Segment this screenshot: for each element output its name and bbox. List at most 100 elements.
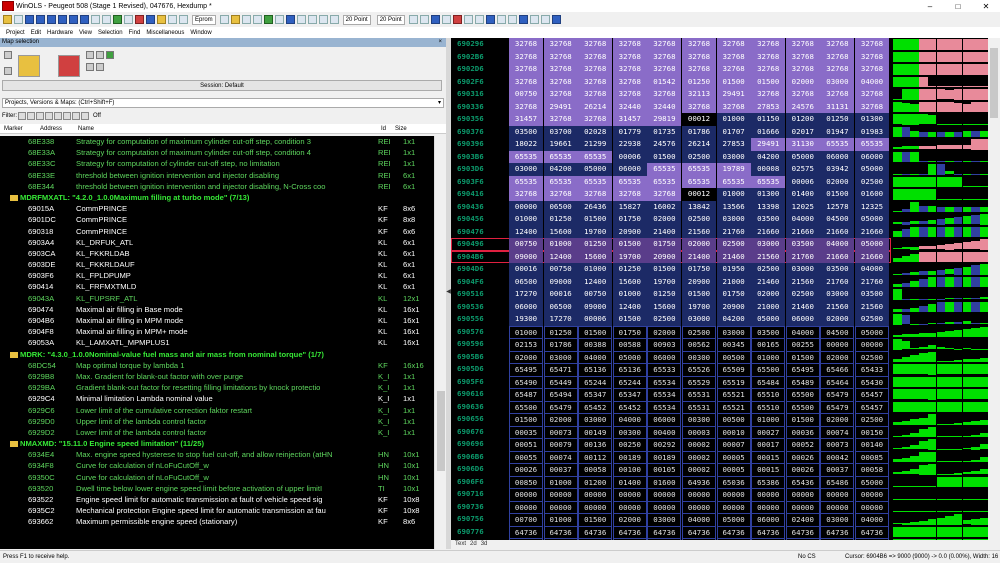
- map-list-item[interactable]: 68E338 Strategy for computation of maximu…: [0, 136, 434, 147]
- hex-cell[interactable]: 05000: [855, 163, 889, 176]
- hex-cell[interactable]: 03000: [785, 263, 820, 276]
- hex-cell[interactable]: 32768: [647, 88, 682, 101]
- hex-cell[interactable]: 01400: [785, 188, 820, 201]
- save-small-icon[interactable]: [4, 67, 12, 75]
- hex-row[interactable]: 6903B6 65535 65535 65535 00006 01500 02500 0300…: [451, 150, 891, 163]
- map-list-item[interactable]: 6929C6 Lower limit of the cumulative corr…: [0, 405, 434, 416]
- hex-row[interactable]: 690756 00700 01000 01500 02000 03000 04000 0500…: [451, 513, 891, 528]
- hex-cell[interactable]: 02017: [785, 125, 820, 138]
- hex-cell[interactable]: 01500: [716, 75, 751, 88]
- hex-row[interactable]: 690356 31457 32768 32768 31457 29819 00012 0100…: [451, 113, 891, 126]
- hex-cell[interactable]: 02500: [682, 150, 716, 163]
- hex-cell[interactable]: 03000: [509, 163, 543, 176]
- format-m-icon[interactable]: [540, 15, 550, 24]
- hex-cell[interactable]: 09000: [543, 275, 578, 288]
- hex-row[interactable]: 690736 00000 00000 00000 00000 00000 00000 0000…: [451, 500, 891, 515]
- tool-d-icon[interactable]: [274, 15, 284, 24]
- prev-icon[interactable]: [36, 15, 45, 24]
- format-f-icon[interactable]: [463, 15, 473, 24]
- hex-cell[interactable]: 02575: [785, 163, 820, 176]
- hex-cell[interactable]: 09000: [509, 250, 543, 263]
- map-list-item[interactable]: 693522 Engine speed limit for automatic t…: [0, 494, 434, 505]
- hex-cell[interactable]: 65535: [612, 175, 647, 188]
- hex-cell[interactable]: 32768: [578, 63, 613, 76]
- map-list-item[interactable]: 6934E4 Max. engine speed hysterese to sto…: [0, 449, 434, 460]
- hex-cell[interactable]: 21660: [820, 225, 855, 238]
- hex-cell[interactable]: 32768: [751, 38, 786, 51]
- hex-cell[interactable]: 06000: [509, 300, 543, 313]
- tool-f-icon[interactable]: [296, 15, 306, 24]
- hex-cell[interactable]: 19661: [543, 138, 578, 151]
- hexdump-graph-view[interactable]: [891, 38, 988, 540]
- hex-cell[interactable]: 06500: [509, 275, 543, 288]
- hex-cell[interactable]: 21560: [855, 300, 889, 313]
- map-list-item[interactable]: 6929D2 Lower limit of the lambda control …: [0, 427, 434, 438]
- save-icon[interactable]: [14, 15, 23, 24]
- hex-cell[interactable]: 32768: [855, 88, 889, 101]
- hex-cell[interactable]: 21760: [820, 275, 855, 288]
- hex-cell[interactable]: 12400: [543, 250, 578, 263]
- map-list-item[interactable]: 68E33A Strategy for computation of maximu…: [0, 147, 434, 158]
- tool-a-icon[interactable]: [241, 15, 251, 24]
- map-list-item[interactable]: 6935C2 Mechanical protection Engine speed…: [0, 505, 434, 516]
- hex-row[interactable]: 690516 17270 00016 00750 01000 01250 01500 0175…: [451, 288, 891, 301]
- last-page-icon[interactable]: [80, 15, 89, 24]
- hex-cell[interactable]: 12025: [785, 200, 820, 213]
- menu-view[interactable]: View: [79, 30, 92, 36]
- hex-cell[interactable]: 21760: [785, 250, 820, 263]
- hex-cell[interactable]: 15600: [647, 300, 682, 313]
- hex-cell[interactable]: 32768: [820, 88, 855, 101]
- hex-cell[interactable]: 65535: [543, 175, 578, 188]
- hex-cell[interactable]: 00000: [509, 200, 543, 213]
- hex-row[interactable]: 690696 00051 00079 00136 00250 00292 00002 0000…: [451, 438, 891, 453]
- hex-cell[interactable]: 32768: [509, 75, 543, 88]
- hex-cell[interactable]: 26214: [578, 100, 613, 113]
- hex-cell[interactable]: 32768: [820, 50, 855, 63]
- hex-row[interactable]: 690436 00000 06500 26436 15827 16002 13842 1356…: [451, 200, 891, 213]
- hex-cell[interactable]: 01542: [647, 75, 682, 88]
- hex-cell[interactable]: 12325: [855, 200, 889, 213]
- hex-cell[interactable]: 65535: [855, 138, 889, 151]
- hex-cell[interactable]: 04500: [820, 213, 855, 226]
- hex-cell[interactable]: 03500: [509, 125, 543, 138]
- hex-cell[interactable]: 05000: [855, 238, 889, 251]
- hex-cell[interactable]: 00750: [509, 88, 543, 101]
- map-list-item[interactable]: 69350C Curve for calculation of nLoFuCutO…: [0, 472, 434, 483]
- menu-edit[interactable]: Edit: [31, 30, 41, 36]
- hex-cell[interactable]: 32768: [682, 100, 716, 113]
- hex-cell[interactable]: 32768: [855, 50, 889, 63]
- tool-c-icon[interactable]: [263, 15, 273, 24]
- hex-cell[interactable]: 26214: [682, 138, 716, 151]
- hex-cell[interactable]: 65535: [647, 175, 682, 188]
- map-list-item[interactable]: 68E344 threshold between ignition interve…: [0, 181, 434, 192]
- hex-cell[interactable]: 32768: [751, 88, 786, 101]
- hex-cell[interactable]: 32768: [578, 50, 613, 63]
- tool-i-icon[interactable]: [329, 15, 339, 24]
- hex-cell[interactable]: 19300: [509, 313, 543, 326]
- hex-cell[interactable]: 20900: [612, 225, 647, 238]
- hex-cell[interactable]: 32768: [509, 63, 543, 76]
- hex-cell[interactable]: 27853: [751, 100, 786, 113]
- format-c-icon[interactable]: [430, 15, 440, 24]
- hex-cell[interactable]: 21299: [578, 138, 613, 151]
- new-icon[interactable]: [4, 51, 12, 59]
- hex-cell[interactable]: 12400: [612, 300, 647, 313]
- hex-row[interactable]: 690576 01000 01250 01500 01750 02000 02500 0300…: [451, 325, 891, 340]
- hex-cell[interactable]: 01250: [820, 113, 855, 126]
- hex-cell[interactable]: 00016: [509, 263, 543, 276]
- hex-row[interactable]: 690316 00750 32768 32768 32768 32768 32113 2949…: [451, 88, 891, 101]
- hex-cell[interactable]: 00012: [682, 188, 716, 201]
- hex-cell[interactable]: 13398: [751, 200, 786, 213]
- hex-cell[interactable]: 03500: [785, 238, 820, 251]
- hex-cell[interactable]: 19700: [612, 250, 647, 263]
- hexdump-scrollbar[interactable]: [988, 38, 1000, 540]
- hex-cell[interactable]: 32768: [785, 88, 820, 101]
- connect-icon[interactable]: [230, 15, 240, 24]
- map-folder[interactable]: MDRFMXATL: "4.2.0_1.0.0Maximum filling a…: [0, 192, 434, 203]
- hex-cell[interactable]: 01735: [647, 125, 682, 138]
- hex-cell[interactable]: 21000: [751, 300, 786, 313]
- hex-cell[interactable]: 00006: [785, 175, 820, 188]
- hex-cell[interactable]: 32768: [612, 75, 647, 88]
- option-d-icon[interactable]: [86, 63, 94, 71]
- hex-cell[interactable]: 32768: [716, 100, 751, 113]
